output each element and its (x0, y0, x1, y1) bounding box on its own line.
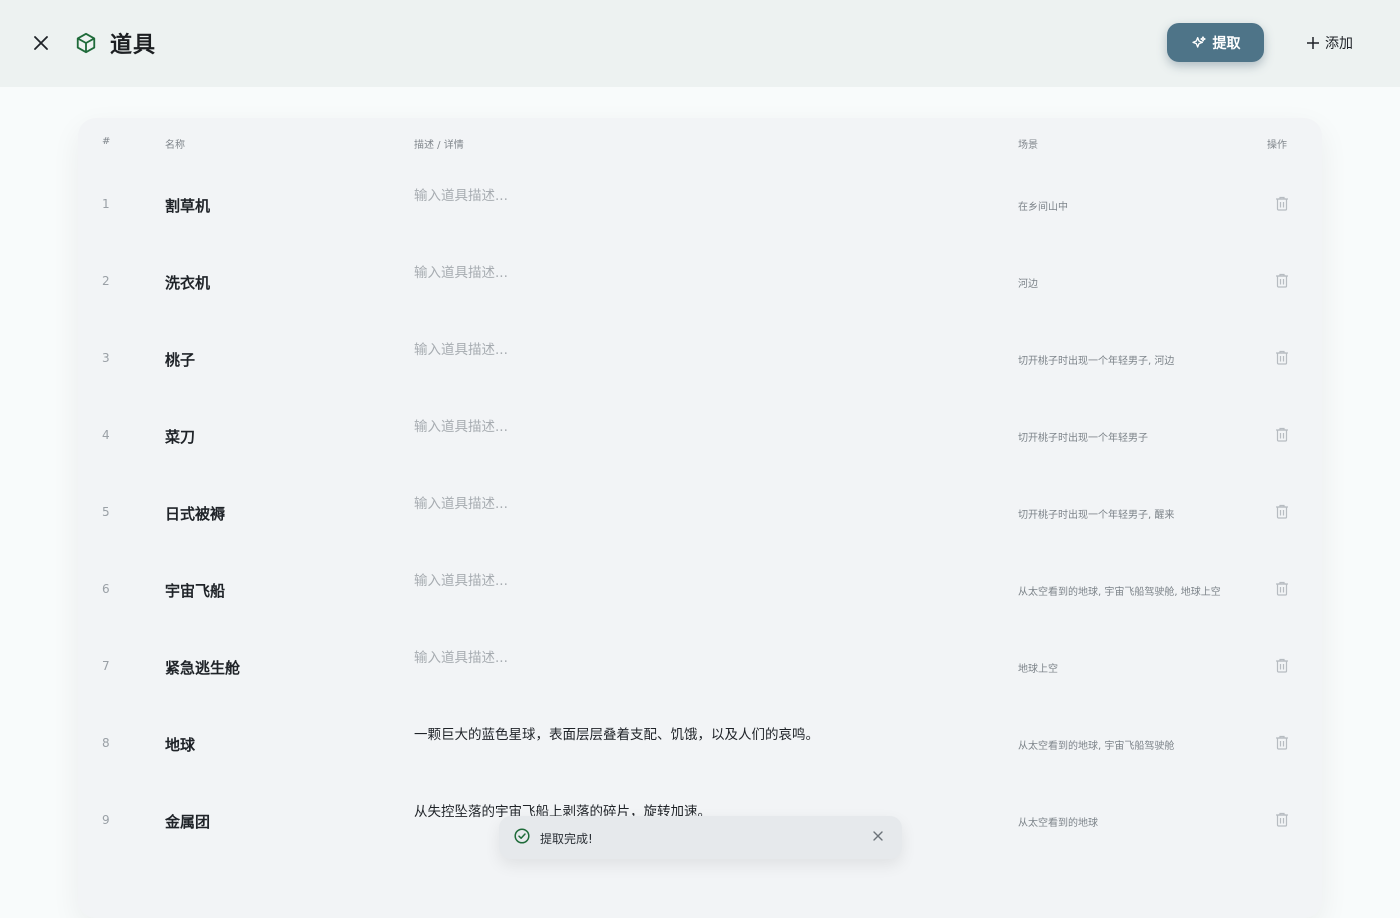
prop-name[interactable]: 菜刀 (165, 426, 195, 447)
row-number: 1 (102, 197, 110, 211)
description-field[interactable]: 输入道具描述... (414, 569, 508, 589)
sparkle-icon (1191, 35, 1206, 48)
trash-icon (1275, 196, 1289, 211)
trash-icon (1275, 658, 1289, 673)
row-number: 2 (102, 274, 110, 288)
table-row[interactable]: 3 桃子 输入道具描述... 切开桃子时出现一个年轻男子, 河边 (78, 318, 1322, 395)
row-number: 5 (102, 505, 110, 519)
row-number: 3 (102, 351, 110, 365)
table-row[interactable]: 5 日式被褥 输入道具描述... 切开桃子时出现一个年轻男子, 醒来 (78, 472, 1322, 549)
prop-name[interactable]: 紧急逃生舱 (165, 657, 240, 678)
table-row[interactable]: 7 紧急逃生舱 输入道具描述... 地球上空 (78, 626, 1322, 703)
column-header-scene: 场景 (1018, 140, 1038, 151)
delete-button[interactable] (1273, 425, 1291, 443)
delete-button[interactable] (1273, 194, 1291, 212)
trash-icon (1275, 350, 1289, 365)
table-row[interactable]: 4 菜刀 输入道具描述... 切开桃子时出现一个年轻男子 (78, 395, 1322, 472)
delete-button[interactable] (1273, 271, 1291, 289)
scene-text: 从太空看到的地球 (1018, 818, 1098, 829)
scene-text: 切开桃子时出现一个年轻男子, 醒来 (1018, 510, 1175, 521)
row-number: 8 (102, 736, 110, 750)
add-button[interactable]: 添加 (1296, 27, 1364, 59)
column-header-description: 描述 / 详情 (414, 140, 464, 151)
description-field[interactable]: 输入道具描述... (414, 646, 508, 666)
column-header-number: # (102, 136, 111, 147)
description-field[interactable]: 输入道具描述... (414, 338, 508, 358)
prop-name[interactable]: 桃子 (165, 349, 195, 370)
column-header-actions: 操作 (1267, 140, 1287, 151)
top-bar: 道具 提取 添加 (0, 0, 1400, 87)
check-circle-icon (514, 828, 530, 844)
close-button[interactable] (28, 30, 54, 56)
toast-notification: 提取完成! (499, 816, 902, 859)
delete-button[interactable] (1273, 733, 1291, 751)
scene-text: 河边 (1018, 279, 1038, 290)
delete-button[interactable] (1273, 502, 1291, 520)
prop-name[interactable]: 宇宙飞船 (165, 580, 225, 601)
trash-icon (1275, 812, 1289, 827)
row-number: 9 (102, 813, 110, 827)
scene-text: 切开桃子时出现一个年轻男子 (1018, 433, 1148, 444)
table-row[interactable]: 1 割草机 输入道具描述... 在乡间山中 (78, 164, 1322, 241)
prop-name[interactable]: 洗衣机 (165, 272, 210, 293)
table-row[interactable]: 6 宇宙飞船 输入道具描述... 从太空看到的地球, 宇宙飞船驾驶舱, 地球上空 (78, 549, 1322, 626)
prop-name[interactable]: 日式被褥 (165, 503, 225, 524)
description-field[interactable]: 输入道具描述... (414, 415, 508, 435)
delete-button[interactable] (1273, 810, 1291, 828)
prop-name[interactable]: 金属团 (165, 811, 210, 832)
description-field[interactable]: 一颗巨大的蓝色星球，表面层层叠着支配、饥饿，以及人们的哀鸣。 (414, 723, 819, 743)
description-field[interactable]: 输入道具描述... (414, 184, 508, 204)
trash-icon (1275, 273, 1289, 288)
delete-button[interactable] (1273, 348, 1291, 366)
extract-button[interactable]: 提取 (1167, 23, 1264, 62)
close-icon (34, 36, 48, 50)
trash-icon (1275, 427, 1289, 442)
scene-text: 从太空看到的地球, 宇宙飞船驾驶舱, 地球上空 (1018, 587, 1221, 598)
scene-text: 从太空看到的地球, 宇宙飞船驾驶舱 (1018, 741, 1175, 752)
plus-icon (1307, 37, 1319, 49)
scene-text: 在乡间山中 (1018, 202, 1068, 213)
scene-text: 切开桃子时出现一个年轻男子, 河边 (1018, 356, 1175, 367)
trash-icon (1275, 581, 1289, 596)
props-table: # 名称 描述 / 详情 场景 操作 1 割草机 输入道具描述... 在乡间山中 2 洗衣… (78, 118, 1322, 918)
trash-icon (1275, 735, 1289, 750)
toast-close-icon[interactable] (871, 829, 885, 843)
table-row[interactable]: 2 洗衣机 输入道具描述... 河边 (78, 241, 1322, 318)
delete-button[interactable] (1273, 656, 1291, 674)
toast-message: 提取完成! (540, 832, 593, 846)
row-number: 4 (102, 428, 110, 442)
row-number: 6 (102, 582, 110, 596)
table-header: # 名称 描述 / 详情 场景 操作 (78, 118, 1322, 164)
prop-name[interactable]: 地球 (165, 734, 195, 755)
trash-icon (1275, 504, 1289, 519)
column-header-name: 名称 (165, 140, 185, 151)
row-number: 7 (102, 659, 110, 673)
table-row[interactable]: 8 地球 一颗巨大的蓝色星球，表面层层叠着支配、饥饿，以及人们的哀鸣。从太空看到的地… (78, 703, 1322, 780)
extract-label: 提取 (1212, 35, 1241, 52)
description-field[interactable]: 输入道具描述... (414, 492, 508, 512)
cube-icon (73, 30, 99, 56)
add-label: 添加 (1325, 36, 1353, 52)
page-title: 道具 (110, 33, 157, 58)
scene-text: 地球上空 (1018, 664, 1058, 675)
prop-name[interactable]: 割草机 (165, 195, 210, 216)
description-field[interactable]: 输入道具描述... (414, 261, 508, 281)
delete-button[interactable] (1273, 579, 1291, 597)
